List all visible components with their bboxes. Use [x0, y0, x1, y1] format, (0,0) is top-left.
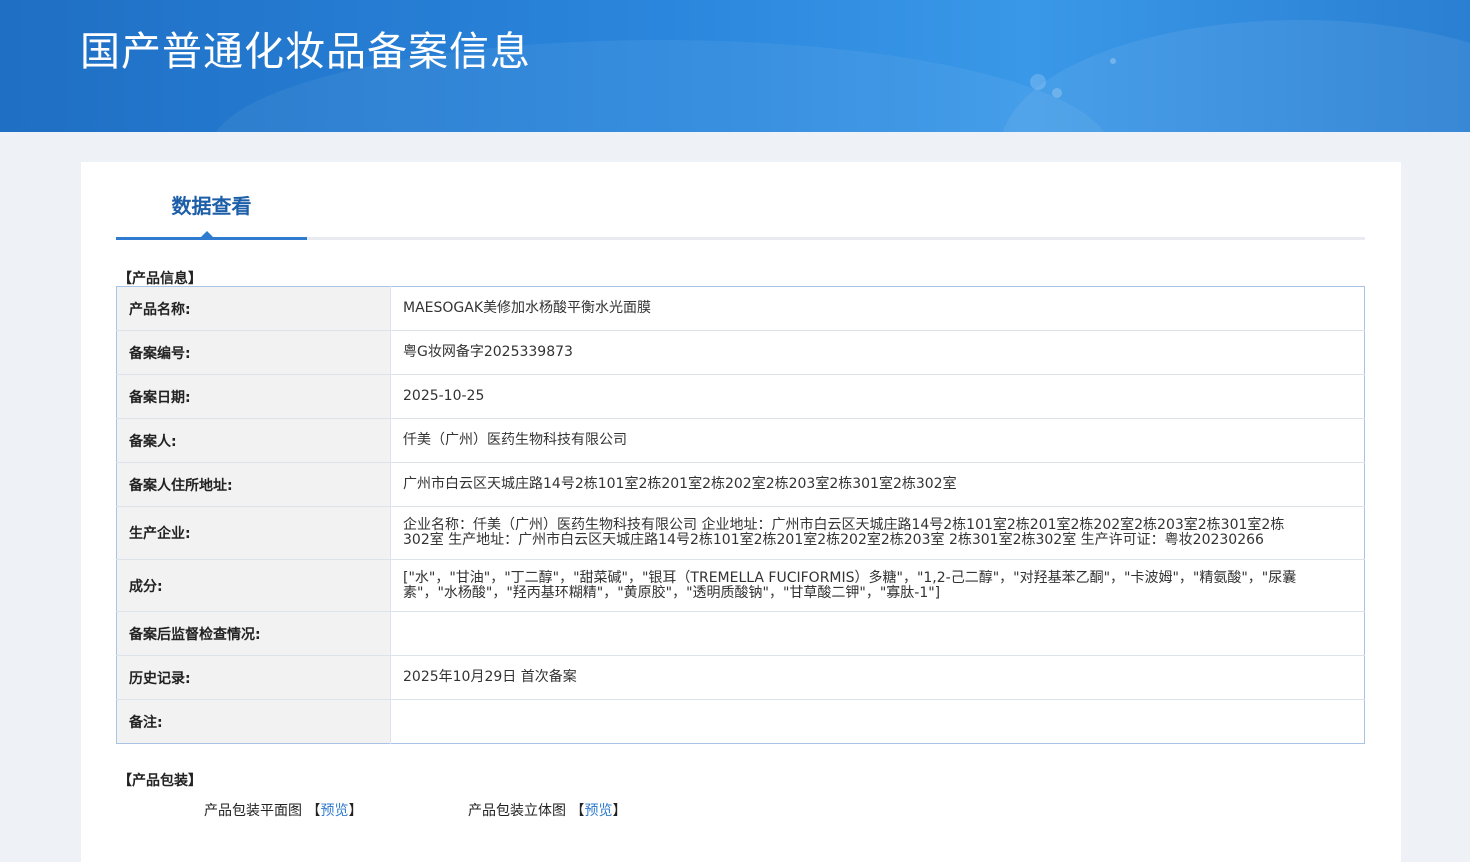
product-info-table: 产品名称: MAESOGAK美修加水杨酸平衡水光面膜 备案编号: 粤G妆网备字2…	[116, 286, 1365, 744]
table-row: 产品名称: MAESOGAK美修加水杨酸平衡水光面膜	[116, 286, 1365, 331]
table-row: 备案日期: 2025-10-25	[116, 374, 1365, 419]
packaging-flat-label: 产品包装平面图	[204, 803, 302, 819]
row-label-manufacturer: 生产企业:	[116, 506, 391, 560]
packaging-stereo-label: 产品包装立体图	[468, 803, 566, 819]
header-banner: 国产普通化妆品备案信息	[0, 0, 1470, 132]
row-value-registration-number: 粤G妆网备字2025339873	[390, 330, 1365, 375]
tab-label: 数据查看	[171, 194, 252, 218]
bracket-close: 】	[612, 803, 627, 819]
banner-decoration	[1110, 58, 1116, 64]
table-row: 备案编号: 粤G妆网备字2025339873	[116, 330, 1365, 375]
banner-decoration	[1000, 20, 1470, 132]
bracket-open: 【	[306, 803, 321, 819]
tab-data-view[interactable]: 数据查看	[116, 180, 307, 240]
row-value-history: 2025年10月29日 首次备案	[390, 655, 1365, 700]
row-label-history: 历史记录:	[116, 655, 391, 700]
row-value-supervision	[390, 611, 1365, 656]
product-info-section-title: 【产品信息】	[118, 271, 202, 287]
row-label-registrant: 备案人:	[116, 418, 391, 463]
content-card: 数据查看 【产品信息】 产品名称: MAESOGAK美修加水杨酸平衡水光面膜 备…	[81, 162, 1401, 862]
row-value-ingredients: ["水"，"甘油"，"丁二醇"，"甜菜碱"，"银耳（TREMELLA FUCIF…	[390, 559, 1365, 612]
page-title: 国产普通化妆品备案信息	[80, 29, 531, 75]
table-row: 历史记录: 2025年10月29日 首次备案	[116, 655, 1365, 700]
row-label-registration-number: 备案编号:	[116, 330, 391, 375]
flat-preview-link[interactable]: 预览	[320, 803, 348, 819]
table-row: 备案人住所地址: 广州市白云区天城庄路14号2栋101室2栋201室2栋202室…	[116, 462, 1365, 507]
row-label-product-name: 产品名称:	[116, 286, 391, 331]
banner-decoration	[1052, 88, 1062, 98]
row-value-manufacturer: 企业名称：仟美（广州）医药生物科技有限公司 企业地址：广州市白云区天城庄路14号…	[390, 506, 1365, 560]
tab-active-caret	[200, 231, 214, 238]
table-row: 备注:	[116, 699, 1365, 744]
packaging-section-title: 【产品包装】	[118, 773, 202, 789]
row-label-ingredients: 成分:	[116, 559, 391, 612]
row-value-registration-date: 2025-10-25	[390, 374, 1365, 419]
table-row: 备案后监督检查情况:	[116, 611, 1365, 656]
bracket-close: 】	[348, 803, 363, 819]
row-label-registration-date: 备案日期:	[116, 374, 391, 419]
stereo-preview-link[interactable]: 预览	[584, 803, 612, 819]
packaging-stereo-item: 产品包装立体图 【预览】	[468, 800, 626, 820]
table-row: 成分: ["水"，"甘油"，"丁二醇"，"甜菜碱"，"银耳（TREMELLA F…	[116, 559, 1365, 612]
row-value-registrant: 仟美（广州）医药生物科技有限公司	[390, 418, 1365, 463]
row-label-registrant-address: 备案人住所地址:	[116, 462, 391, 507]
row-value-product-name: MAESOGAK美修加水杨酸平衡水光面膜	[390, 286, 1365, 331]
table-row: 生产企业: 企业名称：仟美（广州）医药生物科技有限公司 企业地址：广州市白云区天…	[116, 506, 1365, 560]
row-label-supervision: 备案后监督检查情况:	[116, 611, 391, 656]
bracket-open: 【	[570, 803, 585, 819]
banner-decoration	[1030, 74, 1046, 90]
row-label-remarks: 备注:	[116, 699, 391, 744]
row-value-remarks	[391, 700, 1365, 744]
table-row: 备案人: 仟美（广州）医药生物科技有限公司	[116, 418, 1365, 463]
row-value-registrant-address: 广州市白云区天城庄路14号2栋101室2栋201室2栋202室2栋203室2栋3…	[390, 462, 1365, 507]
tab-bar: 数据查看	[116, 180, 1365, 240]
packaging-flat-item: 产品包装平面图 【预览】	[204, 800, 362, 820]
